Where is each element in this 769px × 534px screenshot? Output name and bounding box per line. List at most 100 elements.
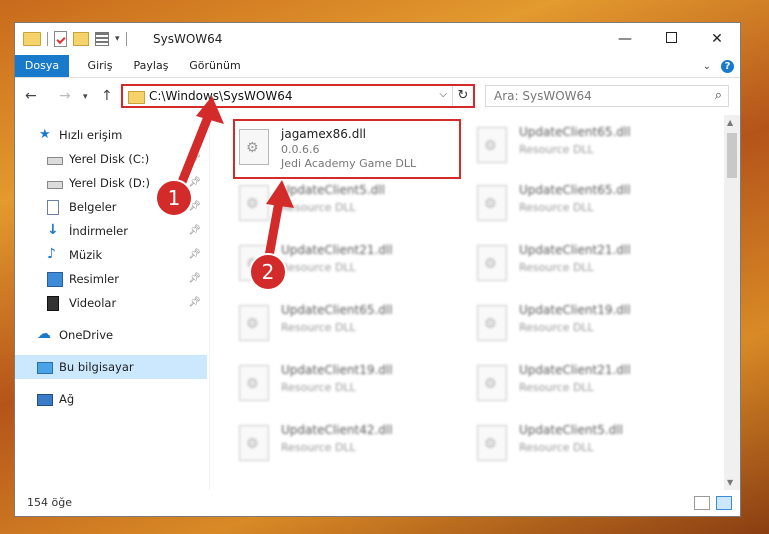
explorer-window: ▾ SysWOW64 — ✕ Dosya Giriş Paylaş Görünü… [14, 22, 741, 517]
file-name: UpdateClient5.dll [519, 423, 623, 437]
file-name: UpdateClient19.dll [519, 303, 631, 317]
dll-file-icon [477, 305, 507, 341]
tab-home[interactable]: Giriş [83, 55, 117, 77]
file-item[interactable]: UpdateClient21.dll Resource DLL [473, 237, 693, 289]
sidebar-item-drive-c[interactable]: Yerel Disk (C:) 📌︎ [15, 147, 207, 171]
sidebar-item-this-pc[interactable]: Bu bilgisayar [15, 355, 207, 379]
sidebar-item-quick-access[interactable]: ★ Hızlı erişim [15, 123, 207, 147]
dll-file-icon [239, 425, 269, 461]
file-item[interactable]: UpdateClient5.dll Resource DLL [473, 417, 693, 469]
file-name: UpdateClient19.dll [281, 363, 393, 377]
network-icon [37, 394, 53, 406]
dll-file-icon [477, 245, 507, 281]
computer-icon [37, 362, 53, 374]
tab-share[interactable]: Paylaş [131, 55, 171, 77]
pin-icon[interactable]: 📌︎ [188, 219, 201, 243]
maximize-button[interactable] [648, 23, 694, 55]
help-icon[interactable]: ? [721, 60, 734, 73]
properties-icon[interactable] [54, 31, 67, 47]
file-name: UpdateClient65.dll [519, 125, 631, 139]
folder-icon [23, 32, 41, 46]
pin-icon[interactable]: 📌︎ [188, 147, 201, 171]
scroll-up-icon[interactable]: ▲ [727, 118, 733, 127]
close-button[interactable]: ✕ [694, 23, 740, 55]
file-item[interactable]: UpdateClient65.dll Resource DLL [473, 177, 693, 229]
sidebar-item-label: Bu bilgisayar [59, 360, 134, 374]
up-arrow-icon[interactable]: ↑ [101, 88, 113, 104]
file-item[interactable]: UpdateClient5.dll Resource DLL [235, 177, 455, 229]
dll-file-icon [239, 245, 269, 281]
dll-file-icon [477, 425, 507, 461]
sidebar-item-label: Yerel Disk (D:) [69, 176, 151, 190]
pin-icon[interactable]: 📌︎ [188, 171, 201, 195]
title-bar: ▾ SysWOW64 — ✕ [15, 23, 740, 55]
sidebar-item-onedrive[interactable]: ☁ OneDrive [15, 323, 207, 347]
sidebar-item-network[interactable]: Ağ [15, 387, 207, 411]
back-arrow-icon[interactable]: ← [25, 88, 37, 104]
sidebar-item-documents[interactable]: Belgeler 📌︎ [15, 195, 207, 219]
address-bar[interactable]: C:\Windows\SysWOW64 ⌵ ↻ [121, 84, 475, 108]
chevron-down-icon[interactable]: ⌄ [703, 61, 711, 72]
sidebar-item-videos[interactable]: Videolar 📌︎ [15, 291, 207, 315]
file-item[interactable]: UpdateClient19.dll Resource DLL [235, 357, 455, 409]
file-item[interactable]: UpdateClient21.dll Resource DLL [235, 237, 455, 289]
tab-view[interactable]: Görünüm [187, 55, 243, 77]
search-input[interactable]: Ara: SysWOW64 ⌕ [485, 85, 729, 107]
downloads-icon: ↓ [47, 222, 59, 238]
dll-file-icon [239, 129, 269, 165]
file-description: Resource DLL [281, 381, 356, 394]
sidebar-item-drive-d[interactable]: Yerel Disk (D:) 📌︎ [15, 171, 207, 195]
window-title: SysWOW64 [153, 32, 223, 46]
pin-icon[interactable]: 📌︎ [188, 291, 201, 315]
folder-icon [128, 91, 145, 104]
file-item[interactable]: UpdateClient21.dll Resource DLL [473, 357, 693, 409]
large-icons-view-icon[interactable] [716, 496, 732, 510]
view-icon[interactable] [95, 32, 109, 46]
file-name: UpdateClient21.dll [519, 243, 631, 257]
dll-file-icon [239, 365, 269, 401]
sidebar-item-label: Yerel Disk (C:) [69, 152, 150, 166]
ribbon-controls: ⌄ ? [703, 60, 734, 73]
new-folder-icon[interactable] [73, 32, 89, 46]
sidebar-item-music[interactable]: ♪ Müzik 📌︎ [15, 243, 207, 267]
sidebar-item-downloads[interactable]: ↓ İndirmeler 📌︎ [15, 219, 207, 243]
navigation-bar: ← → ▾ ↑ C:\Windows\SysWOW64 ⌵ ↻ Ara: Sys… [15, 79, 740, 113]
file-description: Resource DLL [519, 381, 594, 394]
pin-icon[interactable]: 📌︎ [188, 243, 201, 267]
dll-file-icon [477, 127, 507, 163]
details-view-icon[interactable] [694, 496, 710, 510]
file-item[interactable]: UpdateClient42.dll Resource DLL [235, 417, 455, 469]
scroll-down-icon[interactable]: ▼ [727, 478, 733, 487]
customize-toolbar-icon[interactable]: ▾ [115, 34, 120, 44]
tab-file[interactable]: Dosya [15, 55, 69, 77]
pane-divider [209, 119, 210, 490]
scrollbar-thumb[interactable] [727, 133, 737, 178]
pin-icon[interactable]: 📌︎ [188, 267, 201, 291]
search-icon[interactable]: ⌕ [715, 88, 722, 103]
file-item[interactable]: UpdateClient65.dll Resource DLL [235, 297, 455, 349]
file-item-highlighted[interactable]: jagamex86.dll 0.0.6.6 Jedi Academy Game … [233, 119, 461, 179]
drive-icon [47, 157, 63, 165]
maximize-icon [665, 32, 677, 43]
vertical-scrollbar[interactable]: ▲ ▼ [724, 115, 740, 490]
sidebar-item-label: Müzik [69, 248, 103, 262]
file-item[interactable]: UpdateClient19.dll Resource DLL [473, 297, 693, 349]
sidebar-item-label: Ağ [59, 392, 75, 406]
dll-file-icon [239, 185, 269, 221]
file-item[interactable]: UpdateClient65.dll Resource DLL [473, 119, 693, 171]
item-count: 154 öğe [27, 496, 72, 509]
file-description: Resource DLL [519, 143, 594, 156]
file-description: Resource DLL [519, 441, 594, 454]
sidebar-item-label: OneDrive [59, 328, 114, 342]
minimize-button[interactable]: — [602, 23, 648, 55]
forward-arrow-icon[interactable]: → [59, 88, 71, 104]
file-name: UpdateClient65.dll [281, 303, 393, 317]
sidebar-item-pictures[interactable]: Resimler 📌︎ [15, 267, 207, 291]
recent-locations-icon[interactable]: ▾ [83, 92, 88, 102]
pin-icon[interactable]: 📌︎ [188, 195, 201, 219]
dll-file-icon [477, 185, 507, 221]
refresh-icon[interactable]: ↻ [452, 86, 473, 106]
view-switcher [694, 496, 732, 510]
address-path[interactable]: C:\Windows\SysWOW64 [149, 89, 293, 103]
chevron-down-icon[interactable]: ⌵ [439, 89, 447, 100]
